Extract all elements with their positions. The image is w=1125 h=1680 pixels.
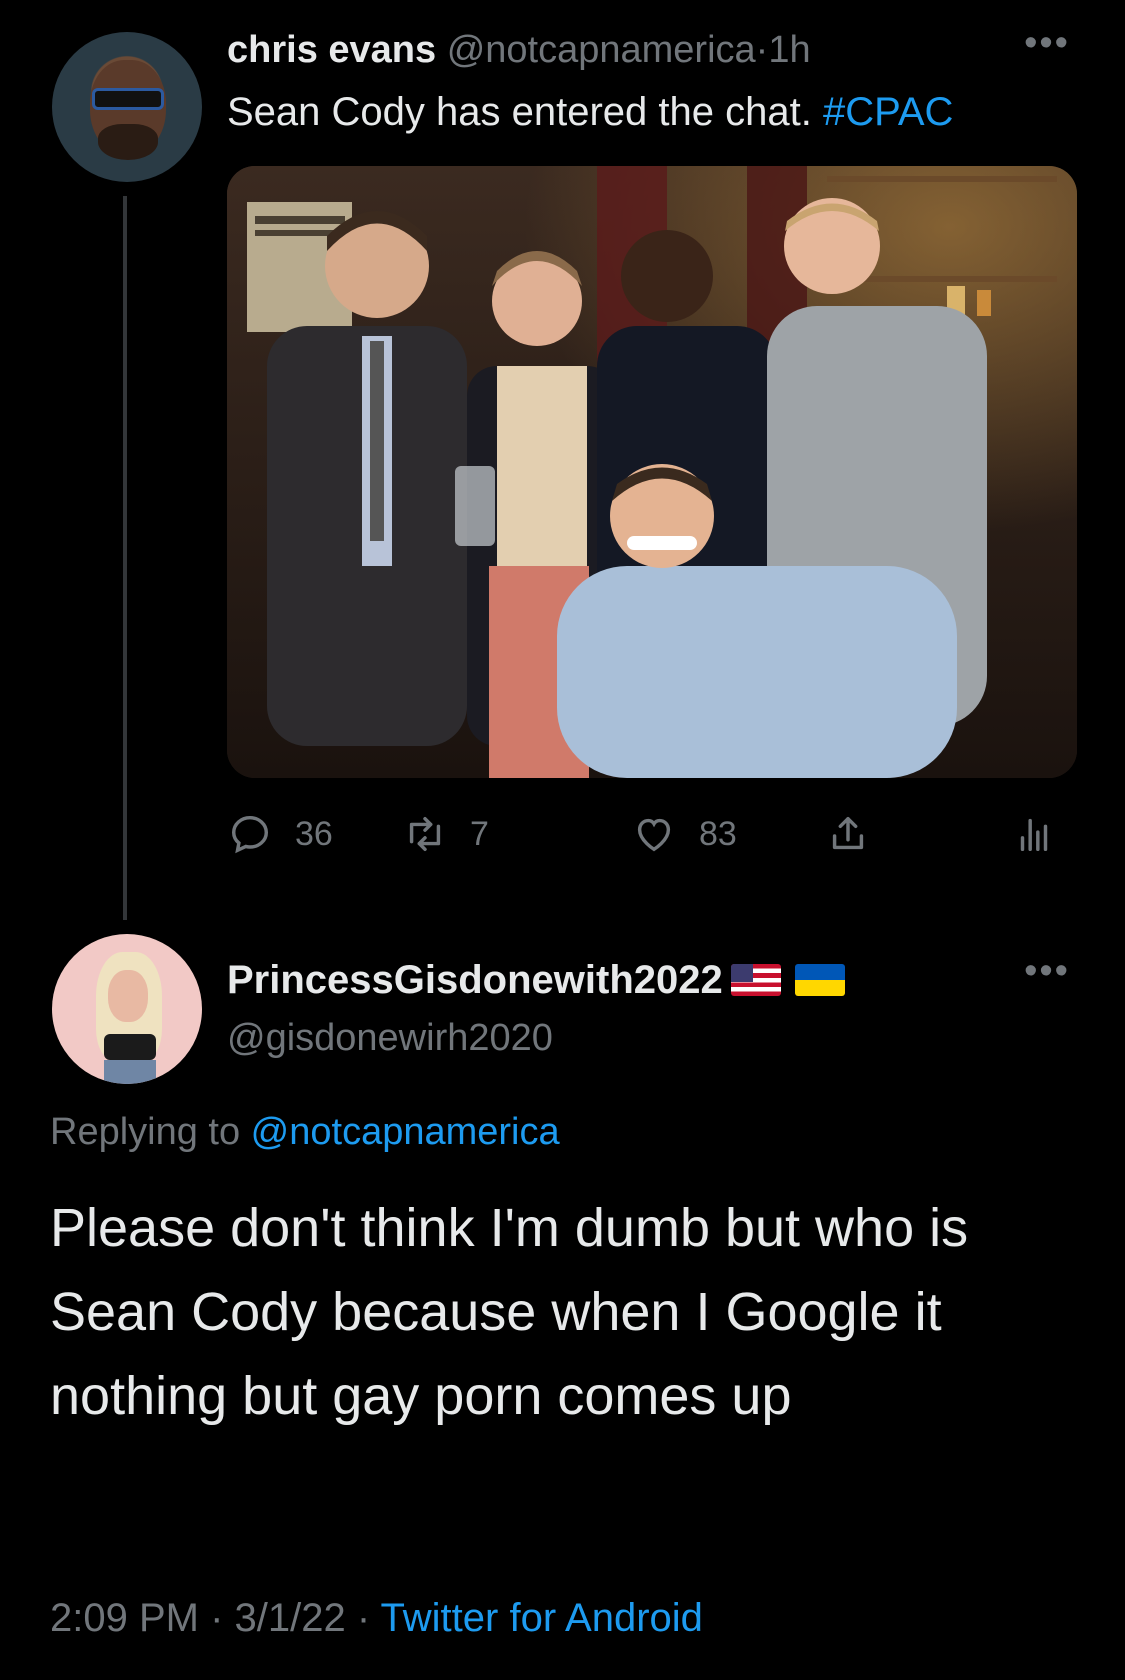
reply-text: Please don't think I'm dumb but who is S… — [50, 1198, 969, 1426]
us-flag-icon — [730, 964, 781, 996]
share-button[interactable] — [825, 806, 893, 862]
author-handle[interactable]: @notcapnamerica — [447, 29, 756, 71]
like-count: 83 — [699, 814, 737, 853]
heart-icon — [637, 818, 671, 852]
tweet-timestamp: 2:09 PM · 3/1/22 · Twitter for Android — [50, 1590, 703, 1646]
avatar-face — [108, 970, 148, 1022]
reply-header: PrincessGisdonewith2022 — [227, 952, 845, 1008]
reply-author-handle[interactable]: @gisdonewirh2020 — [227, 1012, 553, 1064]
more-options-icon[interactable]: ••• — [1024, 22, 1070, 65]
author-name[interactable]: chris evans — [227, 29, 436, 71]
avatar-jeans — [104, 1060, 156, 1084]
retweet-button[interactable]: 7 — [402, 806, 489, 862]
person-seated — [557, 566, 957, 778]
ukraine-flag-icon — [794, 964, 845, 996]
reply-button[interactable]: 36 — [227, 806, 333, 862]
tweet-time[interactable]: 1h — [768, 29, 810, 71]
replying-to-mention[interactable]: @notcapnamerica — [251, 1111, 560, 1153]
reply-count: 36 — [295, 814, 333, 853]
reply-author-name[interactable]: PrincessGisdonewith2022 — [227, 952, 723, 1008]
retweet-icon — [409, 816, 441, 852]
group-photo-illustration — [227, 166, 1077, 778]
timestamp-text: 2:09 PM · 3/1/22 · — [50, 1596, 381, 1640]
analytics-button[interactable] — [1011, 806, 1079, 862]
retweet-count: 7 — [470, 814, 489, 853]
reply-icon — [231, 815, 269, 854]
tweet-photo[interactable] — [227, 166, 1077, 778]
more-options-icon[interactable]: ••• — [1024, 950, 1070, 993]
tweet-actions: 36 7 83 — [227, 806, 1077, 862]
avatar-top — [104, 1034, 156, 1060]
tweet-header: chris evans @notcapnamerica·1h — [227, 24, 811, 76]
tweet-text-body: Sean Cody has entered the chat. — [227, 90, 823, 134]
analytics-icon — [1020, 818, 1048, 852]
reply-author-avatar[interactable] — [52, 934, 202, 1084]
share-icon — [832, 816, 864, 850]
tweet-text: Sean Cody has entered the chat. #CPAC — [227, 84, 953, 140]
replying-to: Replying to @notcapnamerica — [50, 1106, 560, 1158]
author-avatar[interactable] — [52, 32, 202, 182]
hashtag-link[interactable]: #CPAC — [823, 90, 953, 134]
avatar-sunglasses — [92, 88, 164, 110]
avatar-beard — [98, 124, 158, 160]
header-separator: · — [755, 29, 769, 71]
replying-to-label: Replying to — [50, 1111, 251, 1153]
like-button[interactable]: 83 — [631, 806, 737, 862]
thread-line — [123, 196, 127, 920]
source-link[interactable]: Twitter for Android — [381, 1596, 703, 1640]
